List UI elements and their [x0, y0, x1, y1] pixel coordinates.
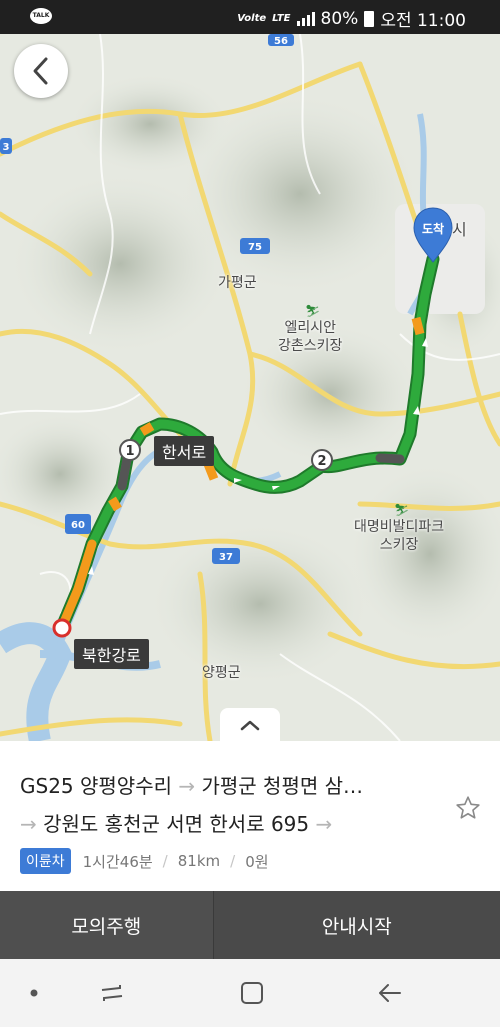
status-bar: TALK Volte LTE 80% 오전 11:00 — [0, 0, 500, 34]
route-label-bukhangangro: 북한강로 — [74, 639, 149, 669]
road-3-label: 3 — [3, 142, 10, 153]
battery-percent: 80% — [320, 8, 359, 29]
place-label-yangpyeong: 양평군 — [202, 665, 241, 681]
favorite-star-icon[interactable] — [455, 795, 481, 821]
route-duration: 1시간46분 — [82, 852, 153, 871]
road-56-label: 56 — [274, 36, 288, 47]
waypoint-1-label: 1 — [125, 444, 134, 459]
system-nav-bar — [0, 959, 500, 1027]
route-arrow: → — [315, 812, 333, 836]
route-line-1: GS25 양평양수리 → 가평군 청평면 삼… — [20, 770, 363, 799]
back-arrow-icon — [33, 57, 48, 85]
lte-indicator: LTE — [272, 13, 291, 24]
place-label-elysian: 엘리시안 강촌스키장 — [278, 320, 343, 354]
place-label-gapyeong: 가평군 — [218, 275, 257, 291]
route-line-2: → 강원도 홍천군 서면 한서로 695 → — [20, 808, 332, 837]
vehicle-badge: 이륜차 — [20, 848, 71, 874]
start-navigation-button[interactable]: 안내시작 — [213, 891, 500, 959]
kakaotalk-icon: TALK — [30, 8, 52, 24]
clock: 오전 11:00 — [380, 11, 466, 31]
back-button[interactable] — [14, 44, 68, 98]
separator: / — [162, 852, 168, 870]
simulate-button[interactable]: 모의주행 — [0, 891, 214, 959]
volte-indicator: Volte — [237, 13, 267, 24]
waypoint-2-label: 2 — [317, 454, 326, 469]
road-75-label: 75 — [248, 242, 262, 253]
route-arrow: → — [178, 774, 196, 798]
route-distance: 81km — [177, 852, 221, 870]
svg-text:⛷: ⛷ — [305, 304, 320, 318]
status-indicators: Volte LTE 80% 오전 11:00 — [237, 6, 466, 32]
map-canvas: ⛷ ⛷ 1 2 도착 56 75 60 37 3 — [0, 34, 500, 741]
route-map[interactable]: ⛷ ⛷ 1 2 도착 56 75 60 37 3 가평군 엘리시안 강촌스키장 … — [0, 34, 500, 741]
battery-icon — [364, 10, 375, 27]
chevron-up-icon — [240, 720, 260, 731]
route-via: 가평군 청평면 삼… — [201, 774, 363, 798]
route-meta: 이륜차 1시간46분 / 81km / 0원 — [20, 848, 269, 874]
road-60-label: 60 — [71, 520, 85, 531]
nav-dot-icon[interactable] — [4, 973, 64, 1013]
road-37-label: 37 — [219, 552, 233, 563]
signal-icon — [296, 11, 315, 26]
home-icon[interactable] — [222, 973, 282, 1013]
expand-sheet-button[interactable] — [220, 708, 280, 742]
svg-text:⛷: ⛷ — [394, 503, 409, 517]
route-arrow: → — [20, 812, 37, 836]
recent-apps-icon[interactable] — [82, 973, 142, 1013]
action-buttons: 모의주행 안내시작 — [0, 891, 500, 959]
place-label-daemyung: 대명비발디파크 스키장 — [354, 519, 445, 553]
route-label-hanseoro: 한서로 — [154, 436, 215, 466]
back-nav-icon[interactable] — [360, 973, 420, 1013]
separator: / — [230, 852, 236, 870]
place-label-city: 시 — [452, 220, 467, 239]
route-toll: 0원 — [245, 852, 269, 871]
destination-label: 도착 — [422, 221, 444, 236]
route-destination: 강원도 홍천군 서면 한서로 695 — [43, 812, 310, 836]
route-origin: GS25 양평양수리 — [20, 774, 172, 798]
